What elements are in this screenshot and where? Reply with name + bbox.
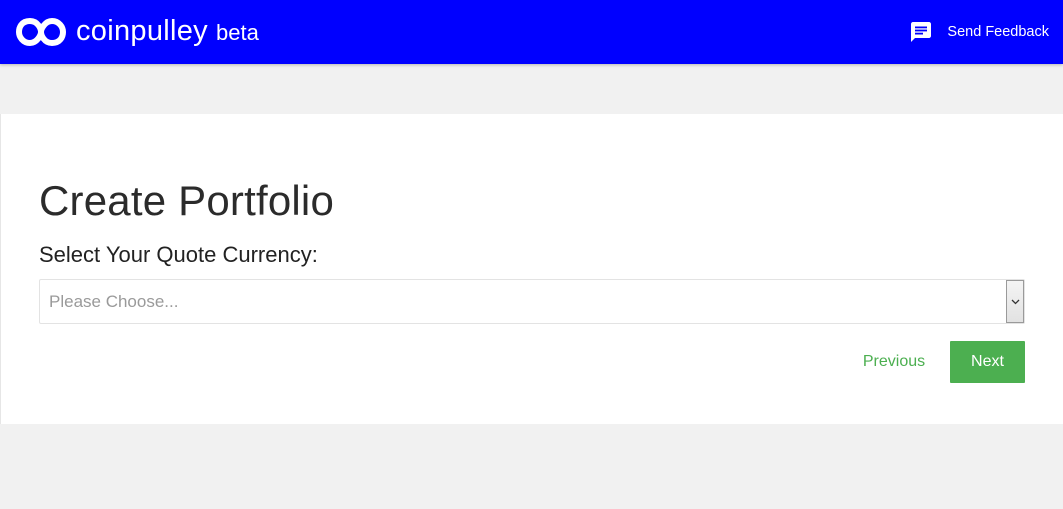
- quote-currency-label: Select Your Quote Currency:: [39, 242, 318, 267]
- send-feedback-label: Send Feedback: [947, 24, 1049, 40]
- infinity-icon: [16, 18, 66, 46]
- brand-home-link[interactable]: coinpulley beta: [16, 12, 259, 52]
- create-portfolio-card: Create Portfolio Select Your Quote Curre…: [0, 114, 1063, 424]
- page-title: Create Portfolio: [39, 177, 335, 224]
- quote-currency-selected-value: Please Choose...: [49, 292, 179, 311]
- chat-icon: [911, 22, 932, 42]
- chevron-down-icon: [1011, 299, 1019, 304]
- next-button[interactable]: Next: [950, 341, 1025, 383]
- brand-name: coinpulley: [76, 14, 208, 47]
- top-app-bar: coinpulley beta Send Feedback: [0, 0, 1063, 64]
- select-dropdown-button[interactable]: [1006, 280, 1024, 323]
- beta-badge: beta: [215, 20, 259, 45]
- previous-button[interactable]: Previous: [851, 341, 937, 383]
- send-feedback-button[interactable]: Send Feedback: [909, 18, 1049, 46]
- quote-currency-select[interactable]: Please Choose...: [39, 279, 1025, 324]
